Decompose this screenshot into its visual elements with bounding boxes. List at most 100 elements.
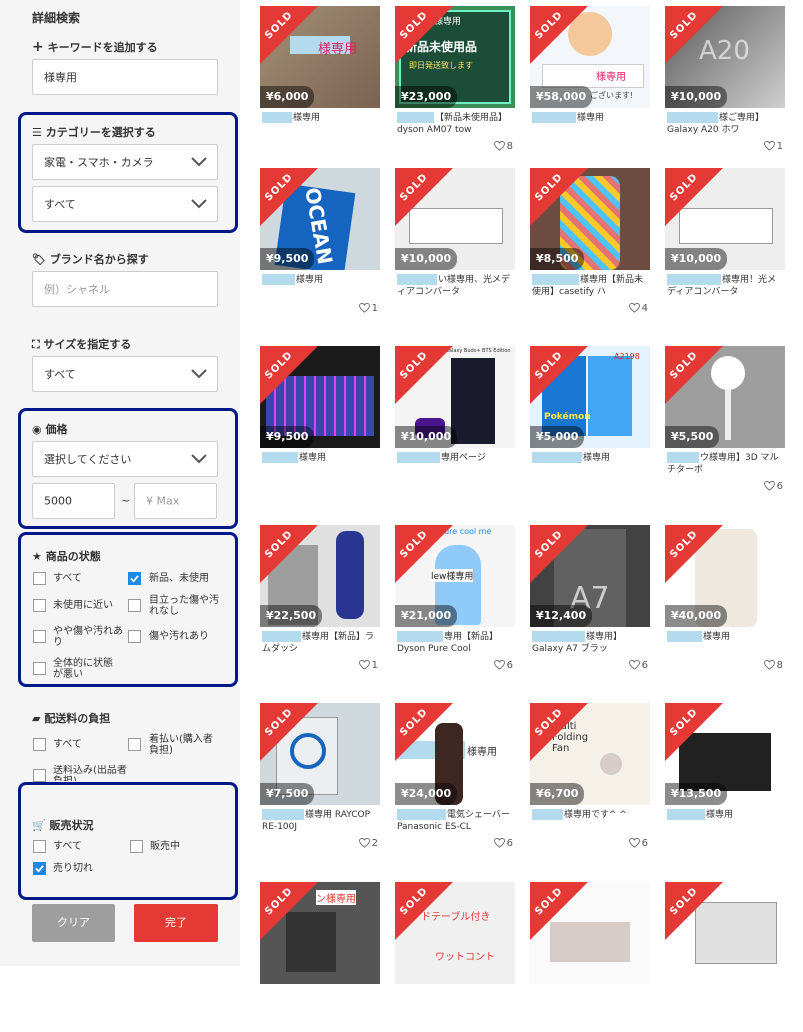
product-image[interactable]: 様専用 SOLD ¥6,000: [260, 6, 380, 108]
product-title[interactable]: ウ様専用】3D マルチターボ: [667, 452, 783, 478]
product-image[interactable]: ル様専用 新品未使用品 即日発送致します SOLD ¥23,000: [395, 6, 515, 108]
shipping-all-checkbox[interactable]: [33, 738, 46, 751]
product-title[interactable]: 様専用: [667, 809, 783, 835]
product-card[interactable]: pure cool me lew様専用 SOLD ¥21,000 専用【新品】Dyson…: [395, 525, 515, 675]
product-title[interactable]: 様専用: [532, 452, 648, 478]
product-card[interactable]: A20 SOLD ¥10,000 様ご専用】Galaxy A20 ホワ 1: [665, 6, 785, 156]
product-title[interactable]: 専用ページ: [397, 452, 513, 478]
like-count[interactable]: 8: [763, 659, 783, 671]
shipping-seller-checkbox[interactable]: [33, 769, 46, 782]
product-card[interactable]: 様専用 SOLD ¥24,000 電気シェーバー Panasonic ES-CL 6: [395, 703, 515, 853]
product-image[interactable]: OCEAN SOLD ¥9,500: [260, 168, 380, 270]
product-title[interactable]: 様専用【新品】ラムダッシ: [262, 631, 378, 657]
price-min-input[interactable]: 5000: [32, 483, 115, 519]
product-card[interactable]: ン様専用 SOLD: [260, 882, 380, 1032]
product-card[interactable]: Multi Folding Fan SOLD ¥6,700 様専用です^ ^ 6: [530, 703, 650, 853]
product-image[interactable]: SOLD: [530, 882, 650, 984]
product-image[interactable]: Multi Folding Fan SOLD ¥6,700: [530, 703, 650, 805]
shipping-buyer-checkbox[interactable]: [128, 738, 141, 751]
product-card[interactable]: ル様専用 新品未使用品 即日発送致します SOLD ¥23,000 【新品未使用品】dys…: [395, 6, 515, 156]
product-image[interactable]: SOLD ¥40,000: [665, 525, 785, 627]
product-title[interactable]: 【新品未使用品】dyson AM07 tow: [397, 112, 513, 138]
product-image[interactable]: SOLD ¥13,500: [665, 703, 785, 805]
product-card[interactable]: 様専用 SOLD ¥6,000 様専用: [260, 6, 380, 156]
product-title[interactable]: い様専用、光メディアコンバータ: [397, 274, 513, 300]
product-title[interactable]: 様専用: [262, 112, 378, 138]
product-title[interactable]: 電気シェーバー Panasonic ES-CL: [397, 809, 513, 835]
product-image[interactable]: A2198 Pokémon SOLD ¥5,000: [530, 346, 650, 448]
product-image[interactable]: SOLD ¥7,500: [260, 703, 380, 805]
product-image[interactable]: SOLD ¥10,000: [395, 168, 515, 270]
product-title[interactable]: 様専用: [532, 112, 648, 138]
product-image[interactable]: 様専用 SOLD ¥24,000: [395, 703, 515, 805]
like-count[interactable]: 2: [358, 837, 378, 849]
product-card[interactable]: A7 SOLD ¥12,400 様専用】Galaxy A7 ブラッ 6: [530, 525, 650, 675]
product-image[interactable]: 様専用 ございます! SOLD ¥58,000: [530, 6, 650, 108]
condition-wear-checkbox[interactable]: [128, 630, 141, 643]
product-card[interactable]: OCEAN SOLD ¥9,500 様専用 1: [260, 168, 380, 318]
status-on-sale-checkbox[interactable]: [130, 840, 143, 853]
product-card[interactable]: A2198 Pokémon SOLD ¥5,000 様専用: [530, 346, 650, 496]
product-card[interactable]: SOLD ¥10,000 い様専用、光メディアコンバータ: [395, 168, 515, 318]
product-image[interactable]: SOLD ¥9,500: [260, 346, 380, 448]
product-title[interactable]: 様専用: [262, 452, 378, 478]
product-card[interactable]: SOLD ¥40,000 様専用 8: [665, 525, 785, 675]
product-image[interactable]: pure cool me lew様専用 SOLD ¥21,000: [395, 525, 515, 627]
product-title[interactable]: 専用【新品】Dyson Pure Cool: [397, 631, 513, 657]
like-count[interactable]: 6: [763, 480, 783, 492]
product-image[interactable]: Galaxy Buds+ BTS Edition SOLD ¥10,000: [395, 346, 515, 448]
product-title[interactable]: 様ご専用】Galaxy A20 ホワ: [667, 112, 783, 138]
condition-like-new-checkbox[interactable]: [33, 599, 46, 612]
like-count[interactable]: 6: [628, 659, 648, 671]
submit-button[interactable]: 完了: [134, 904, 218, 942]
keyword-input[interactable]: 様専用: [32, 59, 218, 95]
product-title[interactable]: 様専用: [667, 631, 783, 657]
condition-new-checkbox[interactable]: [128, 572, 141, 585]
size-select[interactable]: すべて: [32, 356, 218, 392]
product-image[interactable]: SOLD ¥10,000: [665, 168, 785, 270]
product-title[interactable]: 様専用: [262, 274, 378, 300]
product-image[interactable]: A7 SOLD ¥12,400: [530, 525, 650, 627]
product-card[interactable]: SOLD ¥7,500 様専用 RAYCOP RE-100J 2: [260, 703, 380, 853]
clear-button[interactable]: クリア: [32, 904, 115, 942]
product-card[interactable]: SOLD: [530, 882, 650, 1032]
product-card[interactable]: SOLD ¥13,500 様専用: [665, 703, 785, 853]
status-all-checkbox[interactable]: [33, 840, 46, 853]
product-card[interactable]: ドテーブル付き ワットコント SOLD: [395, 882, 515, 1032]
product-card[interactable]: SOLD: [665, 882, 785, 1032]
product-title[interactable]: 様専用 RAYCOP RE-100J: [262, 809, 378, 835]
condition-some-wear-checkbox[interactable]: [33, 630, 46, 643]
product-image[interactable]: SOLD: [665, 882, 785, 984]
product-image[interactable]: A20 SOLD ¥10,000: [665, 6, 785, 108]
product-card[interactable]: Galaxy Buds+ BTS Edition SOLD ¥10,000 専用ページ: [395, 346, 515, 496]
product-title[interactable]: 様専用【新品未使用】casetify ハ: [532, 274, 648, 300]
brand-input[interactable]: 例）シャネル: [32, 271, 218, 307]
category-select[interactable]: 家電・スマホ・カメラ: [32, 144, 218, 180]
product-card[interactable]: SOLD ¥22,500 様専用【新品】ラムダッシ 1: [260, 525, 380, 675]
product-card[interactable]: SOLD ¥10,000 様専用！光メディアコンバータ: [665, 168, 785, 318]
like-count[interactable]: 6: [493, 837, 513, 849]
product-card[interactable]: SOLD ¥5,500 ウ様専用】3D マルチターボ 6: [665, 346, 785, 496]
product-card[interactable]: 様専用 ございます! SOLD ¥58,000 様専用: [530, 6, 650, 156]
like-count[interactable]: 6: [628, 837, 648, 849]
product-card[interactable]: SOLD ¥8,500 様専用【新品未使用】casetify ハ 4: [530, 168, 650, 318]
product-title[interactable]: 様専用です^ ^: [532, 809, 648, 835]
like-count[interactable]: 8: [493, 140, 513, 152]
price-range-select[interactable]: 選択してください: [32, 441, 218, 477]
condition-no-noticeable-checkbox[interactable]: [128, 599, 141, 612]
product-image[interactable]: ドテーブル付き ワットコント SOLD: [395, 882, 515, 984]
like-count[interactable]: 6: [493, 659, 513, 671]
product-image[interactable]: SOLD ¥8,500: [530, 168, 650, 270]
like-count[interactable]: 1: [763, 140, 783, 152]
price-max-input[interactable]: ¥ Max: [134, 483, 217, 519]
product-image[interactable]: SOLD ¥5,500: [665, 346, 785, 448]
product-title[interactable]: 様専用】Galaxy A7 ブラッ: [532, 631, 648, 657]
product-card[interactable]: SOLD ¥9,500 様専用: [260, 346, 380, 496]
product-image[interactable]: SOLD ¥22,500: [260, 525, 380, 627]
status-sold-out-checkbox[interactable]: [33, 862, 46, 875]
subcategory-select[interactable]: すべて: [32, 186, 218, 222]
condition-all-checkbox[interactable]: [33, 572, 46, 585]
like-count[interactable]: 4: [628, 302, 648, 314]
product-image[interactable]: ン様専用 SOLD: [260, 882, 380, 984]
product-title[interactable]: 様専用！光メディアコンバータ: [667, 274, 783, 300]
